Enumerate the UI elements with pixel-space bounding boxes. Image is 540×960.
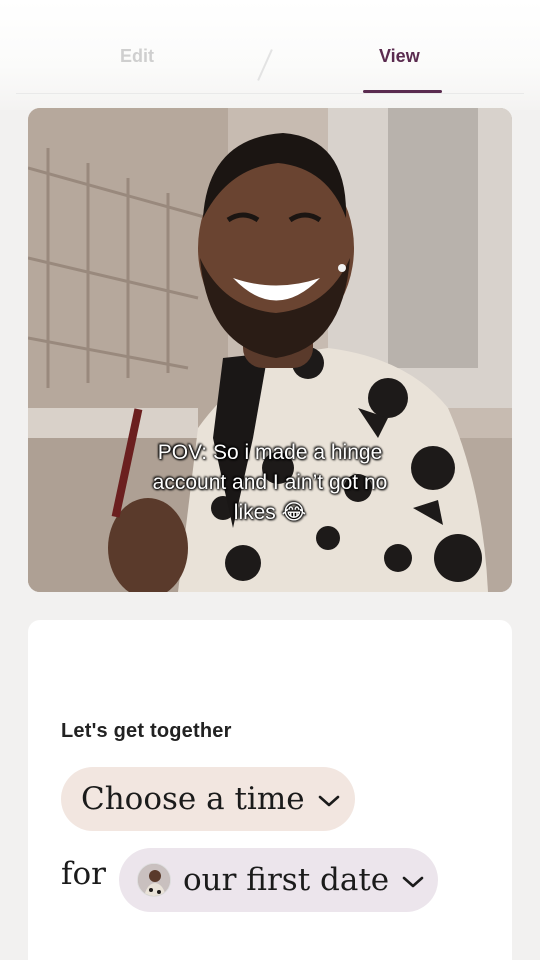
avatar <box>137 863 171 897</box>
first-date-label: our first date <box>183 862 390 898</box>
caption-line: POV: So i made a hinge <box>157 441 383 464</box>
caption-line: account and I ain’t got no <box>152 471 388 494</box>
chevron-down-icon <box>317 781 341 817</box>
prompt-label: Let's get together <box>61 720 232 742</box>
photo-caption: POV: So i made a hinge account and I ain… <box>28 438 512 528</box>
chevron-down-icon <box>401 862 425 898</box>
tab-divider <box>257 49 273 81</box>
tab-bar: Edit View <box>16 30 524 94</box>
choose-time-label: Choose a time <box>81 781 305 817</box>
first-date-dropdown[interactable]: our first date <box>119 848 438 912</box>
connector-text: for <box>61 856 106 892</box>
profile-photo[interactable]: POV: So i made a hinge account and I ain… <box>28 108 512 592</box>
tab-edit[interactable]: Edit <box>120 46 154 67</box>
tab-view[interactable]: View <box>379 46 420 67</box>
tab-bar-divider <box>16 93 524 94</box>
prompt-card: Let's get together Choose a time for our… <box>28 620 512 960</box>
choose-time-dropdown[interactable]: Choose a time <box>61 767 355 831</box>
caption-line: likes 😂 <box>233 501 307 524</box>
